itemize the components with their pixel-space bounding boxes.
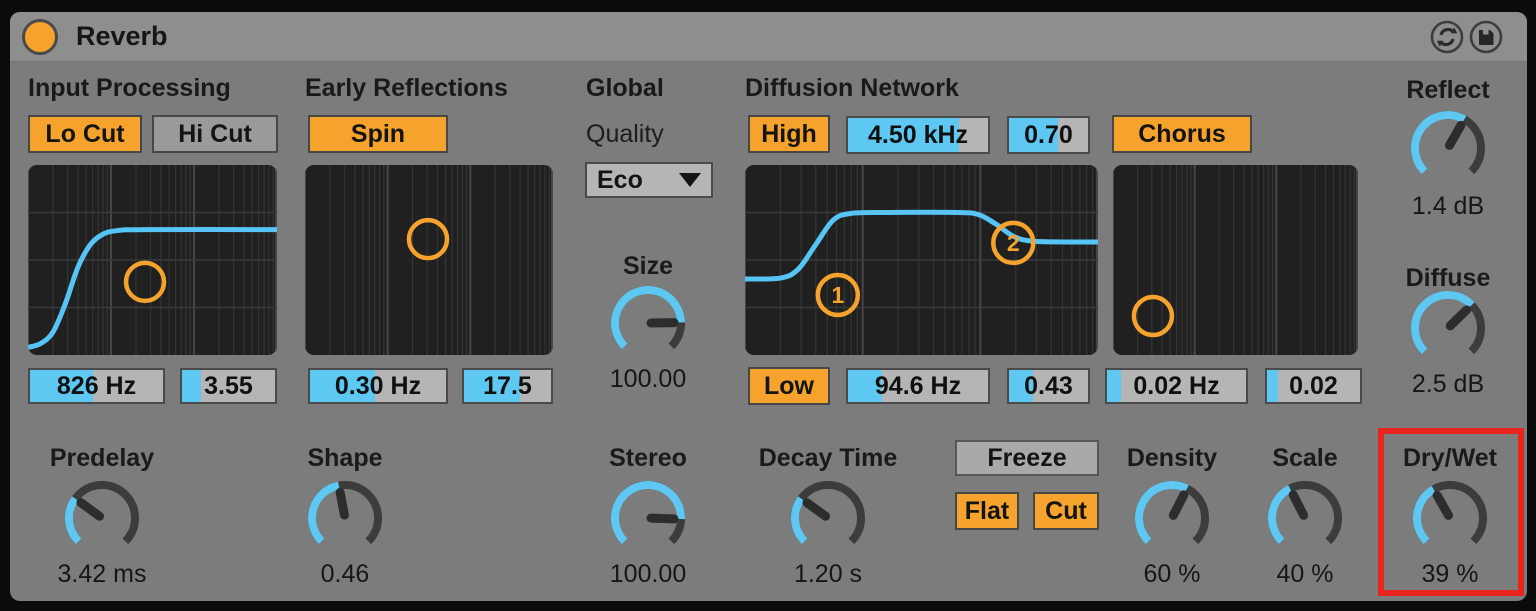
spin-button[interactable]: Spin [308,115,448,153]
lo-shelf-label: Low [764,371,814,400]
lo-shelf-freq-value[interactable]: 94.6 Hz [846,368,990,404]
lo-cut-label: Lo Cut [45,119,125,148]
flat-label: Flat [964,496,1010,525]
spin-rate-value[interactable]: 0.30 Hz [308,368,448,404]
density-knob[interactable] [1124,470,1220,566]
value-text: 17.5 [483,371,532,400]
lo-shelf-gain-value[interactable]: 0.43 [1007,368,1090,404]
hi-shelf-freq-value[interactable]: 4.50 kHz [846,116,990,154]
stereo-label: Stereo [609,444,687,472]
chorus-label: Chorus [1138,119,1226,148]
value-text: 0.43 [1024,371,1073,400]
value-text: 0.30 Hz [334,371,422,400]
device-activator-led[interactable] [22,19,58,55]
save-preset-button[interactable] [1469,20,1503,54]
quality-selector[interactable]: Eco [585,162,713,198]
value-text: 826 Hz [56,371,137,400]
input-filter-display[interactable] [28,165,277,355]
svg-text:1: 1 [831,282,844,308]
size-knob[interactable] [600,275,696,371]
quality-label: Quality [586,120,664,148]
freeze-button[interactable]: Freeze [955,440,1099,476]
scale-label: Scale [1272,444,1338,472]
lo-cut-button[interactable]: Lo Cut [28,115,142,153]
reflect-knob[interactable] [1400,100,1496,196]
spin-label: Spin [350,119,406,148]
stereo-knob[interactable] [600,470,696,566]
hi-shelf-label: High [761,119,817,148]
spin-amount-value[interactable]: 17.5 [462,368,553,404]
decay-time-knob[interactable] [780,470,876,566]
freeze-label: Freeze [987,443,1067,472]
predelay-knob[interactable] [54,470,150,566]
hi-shelf-button[interactable]: High [748,115,830,153]
shape-knob[interactable] [297,470,393,566]
value-text: 94.6 Hz [874,371,962,400]
predelay-label: Predelay [49,444,155,472]
hot-swap-icon [1430,20,1464,54]
device-title-bar: Reverb [10,12,1527,62]
hi-cut-label: Hi Cut [178,119,252,148]
decay-time-value: 1.20 s [793,560,863,588]
chorus-rate-value[interactable]: 0.02 Hz [1105,368,1248,404]
hot-swap-button[interactable] [1430,20,1464,54]
value-text: 0.02 Hz [1133,371,1220,400]
value-text: 3.55 [204,371,253,400]
save-icon [1469,20,1503,54]
diffusion-network-header: Diffusion Network [745,74,959,102]
chorus-button[interactable]: Chorus [1112,115,1252,153]
value-text: 0.70 [1024,120,1073,149]
shape-label: Shape [307,444,383,472]
chorus-display[interactable] [1113,165,1358,355]
predelay-value: 3.42 ms [57,560,147,588]
dry-wet-value: 39 % [1421,560,1479,588]
lo-shelf-button[interactable]: Low [748,367,830,405]
device-title: Reverb [76,21,168,51]
hi-shelf-gain-value[interactable]: 0.70 [1007,116,1090,154]
svg-text:2: 2 [1007,230,1020,256]
scale-knob[interactable] [1257,470,1353,566]
screenshot-root: Reverb Input Processing Early Reflection… [0,0,1536,611]
input-processing-header: Input Processing [28,74,231,102]
spin-display[interactable] [305,165,553,355]
size-value: 100.00 [609,365,687,393]
flat-button[interactable]: Flat [955,492,1019,530]
cut-label: Cut [1045,496,1087,525]
shape-value: 0.46 [320,560,370,588]
cut-button[interactable]: Cut [1033,492,1099,530]
reflect-value: 1.4 dB [1411,192,1485,220]
decay-time-label: Decay Time [758,444,898,472]
value-text: 0.02 [1289,371,1338,400]
chorus-amount-value[interactable]: 0.02 [1265,368,1362,404]
quality-value: Eco [597,165,643,194]
chevron-down-icon [679,173,701,187]
diffusion-filter-display[interactable]: 12 [745,165,1098,355]
scale-value: 40 % [1276,560,1334,588]
dry-wet-knob[interactable] [1402,470,1498,566]
diffuse-knob[interactable] [1400,280,1496,376]
diffuse-value: 2.5 dB [1411,370,1485,398]
dry-wet-label: Dry/Wet [1402,444,1497,472]
input-filter-freq-value[interactable]: 826 Hz [28,368,165,404]
reverb-device: Reverb Input Processing Early Reflection… [10,12,1527,601]
global-header: Global [586,74,664,102]
early-reflections-header: Early Reflections [305,74,508,102]
stereo-value: 100.00 [609,560,687,588]
hi-cut-button[interactable]: Hi Cut [152,115,278,153]
value-text: 4.50 kHz [867,120,969,149]
input-filter-q-value[interactable]: 3.55 [180,368,277,404]
